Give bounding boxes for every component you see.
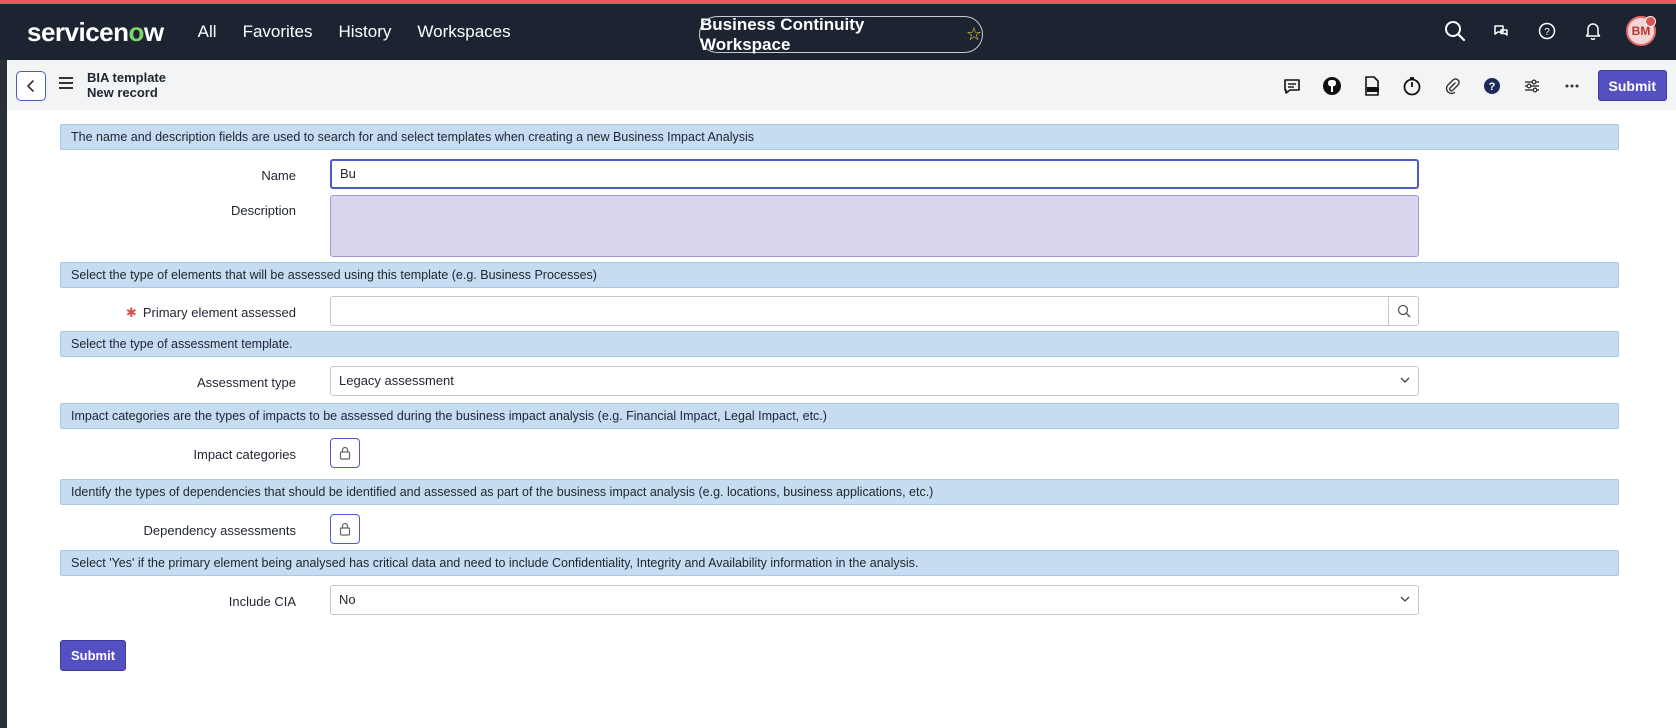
section-cia-info: Select 'Yes' if the primary element bein…: [60, 550, 1619, 576]
export-document-icon[interactable]: [1352, 71, 1392, 101]
logo-text-start: servicen: [27, 16, 129, 47]
section-impact-categories-info: Impact categories are the types of impac…: [60, 403, 1619, 429]
primary-element-label: ✱ Primary element assessed: [126, 305, 296, 321]
impact-categories-unlock-button[interactable]: [330, 438, 360, 468]
logo-text-end: w: [143, 16, 164, 47]
svg-text:?: ?: [1544, 27, 1550, 38]
more-options-icon[interactable]: [1552, 71, 1592, 101]
chevron-left-icon: [27, 80, 34, 92]
top-right-icons: ? BM: [1442, 16, 1656, 46]
chat-icon[interactable]: [1488, 18, 1514, 44]
nav-workspaces[interactable]: Workspaces: [417, 22, 510, 42]
required-asterisk-icon: ✱: [125, 305, 137, 320]
help-filled-icon[interactable]: ?: [1472, 71, 1512, 101]
form-submit-button[interactable]: Submit: [60, 640, 127, 671]
name-label: Name: [261, 168, 296, 183]
include-cia-value: No: [339, 592, 356, 607]
assessment-type-select[interactable]: Legacy assessment: [330, 366, 1419, 396]
assessment-type-label: Assessment type: [197, 375, 296, 390]
primary-element-label-text: Primary element assessed: [142, 305, 296, 320]
record-titles: BIA template New record: [87, 70, 166, 100]
description-label: Description: [230, 203, 296, 218]
impact-categories-label: Impact categories: [193, 447, 296, 462]
lookup-search-button[interactable]: [1388, 296, 1418, 326]
notifications-bell-icon[interactable]: [1580, 18, 1606, 44]
section-assessment-type-info: Select the type of assessment template.: [60, 331, 1619, 357]
attachment-paperclip-icon[interactable]: [1432, 71, 1472, 101]
svg-text:?: ?: [1488, 81, 1495, 93]
workspace-title: Business Continuity Workspace: [700, 14, 865, 54]
workspace-title-pill[interactable]: Business Continuity Workspace ☆: [699, 14, 983, 54]
section-elements-info: Select the type of elements that will be…: [60, 262, 1619, 288]
section-dependencies-info: Identify the types of dependencies that …: [60, 479, 1619, 505]
back-button[interactable]: [16, 71, 46, 101]
settings-sliders-icon[interactable]: [1512, 71, 1552, 101]
lock-icon: [339, 522, 351, 536]
record-toolbar: ? Submit: [1272, 70, 1667, 101]
record-title: BIA template: [87, 70, 166, 85]
nav-all[interactable]: All: [198, 22, 217, 42]
assessment-type-value: Legacy assessment: [339, 373, 454, 388]
section-name-description-info: The name and description fields are used…: [60, 124, 1619, 150]
include-cia-select[interactable]: No: [330, 585, 1419, 615]
magnifier-icon: [1397, 304, 1410, 318]
record-subtitle: New record: [87, 85, 158, 100]
header-submit-button[interactable]: Submit: [1597, 70, 1667, 101]
chevron-down-icon: [1400, 596, 1410, 602]
timer-icon[interactable]: [1392, 71, 1432, 101]
description-textarea[interactable]: [330, 195, 1419, 257]
primary-element-input[interactable]: [330, 296, 1419, 326]
top-navigation-bar: servicenow All Favorites History Workspa…: [0, 0, 1676, 60]
comments-icon[interactable]: [1272, 71, 1312, 101]
workspace-frame: BIA template New record ? Submit The nam…: [7, 60, 1676, 728]
logo-text-o: o: [128, 16, 145, 47]
nav-favorites[interactable]: Favorites: [243, 22, 313, 42]
nav-history[interactable]: History: [338, 22, 391, 42]
search-icon[interactable]: [1442, 18, 1468, 44]
chevron-down-icon: [1400, 377, 1410, 383]
bia-template-form: The name and description fields are used…: [7, 110, 1676, 728]
servicenow-logo[interactable]: servicenow: [27, 17, 164, 48]
menu-hamburger-icon[interactable]: [59, 77, 73, 92]
include-cia-label: Include CIA: [228, 594, 296, 609]
record-header: BIA template New record ? Submit: [7, 60, 1676, 110]
help-icon[interactable]: ?: [1534, 18, 1560, 44]
dependency-assessments-label: Dependency assessments: [143, 523, 296, 538]
github-icon[interactable]: [1312, 71, 1352, 101]
dependency-assessments-unlock-button[interactable]: [330, 514, 360, 544]
main-nav-links: All Favorites History Workspaces: [198, 22, 511, 42]
lock-icon: [339, 446, 351, 460]
user-avatar[interactable]: BM: [1626, 16, 1656, 46]
favorite-star-icon[interactable]: ☆: [966, 24, 982, 45]
name-input[interactable]: Bu: [330, 159, 1419, 189]
